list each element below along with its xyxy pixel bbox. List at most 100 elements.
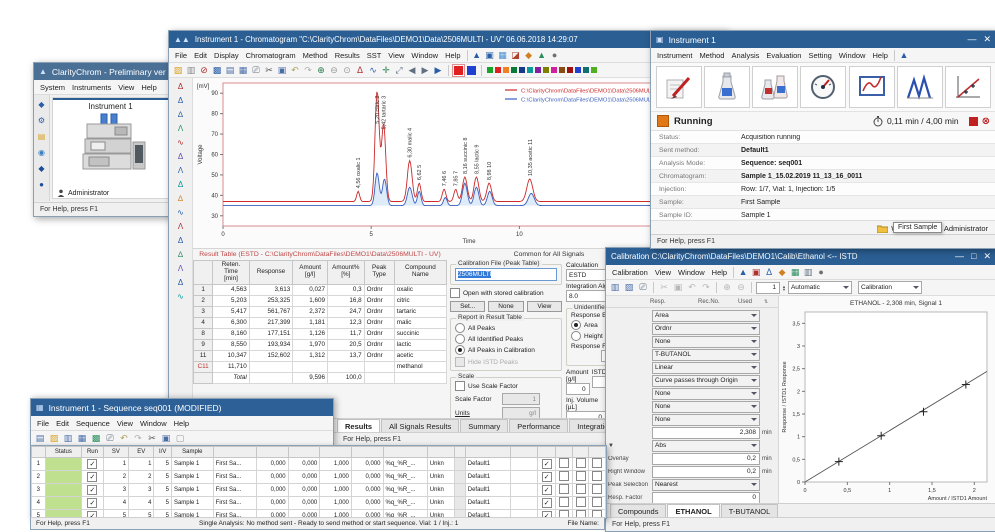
menu-item-window[interactable]: Window [836,51,869,60]
menu-item-instruments[interactable]: Instruments [69,83,114,92]
report-option-radio[interactable] [455,334,465,344]
flag-checkbox[interactable] [559,458,569,468]
run-checkbox[interactable]: ✓ [87,498,97,508]
next-icon[interactable]: ▶ [419,64,431,76]
calibration-button[interactable] [945,66,991,108]
menu-item-help[interactable]: Help [171,419,192,428]
method-setup-button[interactable] [704,66,750,108]
run-checkbox-cell[interactable]: ✓ [82,458,103,471]
flag-checkbox-cell[interactable] [589,458,606,471]
sequence-column-header[interactable] [288,447,320,458]
menu-item-evaluation[interactable]: Evaluation [763,51,804,60]
set-button[interactable]: Set... [450,301,485,312]
negative-icon[interactable]: ∿ [175,136,187,148]
flag-checkbox[interactable]: ✓ [542,485,552,495]
menu-item-analysis[interactable]: Analysis [728,51,762,60]
monitor-icon[interactable]: ◉ [36,146,48,158]
parameter-input[interactable]: 2,308 [652,427,760,439]
flag-checkbox[interactable] [576,497,586,507]
signal-color-swatch[interactable] [591,67,597,73]
abort-button[interactable]: ⊗ [982,116,990,127]
report-option-radio[interactable] [455,345,465,355]
result-table-row[interactable]: 46,300217,3991,18112,3Ordnrmalic [194,317,447,328]
save-icon[interactable]: ▥ [62,432,74,444]
flag-checkbox[interactable]: ✓ [542,472,552,482]
calib-chart-icon[interactable]: ▲ [737,266,749,278]
baseline-icon[interactable]: ∿ [367,64,379,76]
menu-item-view[interactable]: View [385,51,407,60]
parameter-select[interactable]: Curve passes through Origin [652,375,760,387]
sequence-column-header[interactable]: Status [45,447,82,458]
slope-icon[interactable]: Δ [175,276,187,288]
signal-color-swatch[interactable] [551,67,557,73]
both-icon[interactable]: Λ [175,220,187,232]
flag-checkbox-cell[interactable] [556,497,573,510]
flag-checkbox-cell[interactable] [572,497,589,510]
run-checkbox-cell[interactable]: ✓ [82,497,103,510]
report-icon[interactable]: ▤ [224,64,236,76]
flag-checkbox-cell[interactable] [589,497,606,510]
calibration-curve-panel[interactable]: ETHANOL - 2,308 min, Signal 100,511,522,… [779,296,995,506]
export-icon[interactable]: ◪ [510,49,522,61]
sequence-row[interactable]: 4✓445Sample 1First Sa...0,0000,0001,0000… [32,497,606,510]
result-column-header[interactable]: Reten. Time [min] [213,261,249,285]
scale-icon[interactable]: ⤢ [393,64,405,76]
menu-item-sst[interactable]: SST [364,51,385,60]
valley2-icon[interactable]: Λ [175,262,187,274]
instrument-icon[interactable]: ◆ [36,98,48,110]
result-column-header[interactable]: Peak Type [364,261,394,285]
result-table-row[interactable]: 35,417561,7672,37224,7Ordnrtartaric [194,306,447,317]
result-column-header[interactable]: Response [249,261,293,285]
sequence-column-header[interactable] [511,447,538,458]
files-icon[interactable]: ▤ [36,130,48,142]
instrument-title-bar[interactable]: ▣ Instrument 1 — ✕ [651,31,995,48]
sequence-column-header[interactable]: Sample [171,447,213,458]
sequence-row[interactable]: 1✓115Sample 1First Sa...0,0000,0001,0000… [32,458,606,471]
tab-compounds[interactable]: Compounds [610,504,666,518]
menu-item-file[interactable]: File [34,419,52,428]
preview-icon[interactable]: ▦ [237,64,249,76]
menu-item-calibration[interactable]: Calibration [609,268,651,277]
overlay-icon[interactable]: ▲ [471,49,483,61]
sequence-column-header[interactable] [572,447,589,458]
run-checkbox[interactable]: ✓ [87,485,97,495]
parameter-select[interactable]: Nearest [652,479,760,491]
menu-item-method[interactable]: Method [300,51,331,60]
sequence-column-header[interactable]: SV [103,447,128,458]
response-base-height-radio[interactable] [571,331,581,341]
undo-icon[interactable]: ↶ [289,64,301,76]
zoom-all-icon[interactable]: ⊙ [341,64,353,76]
flag-checkbox[interactable] [576,484,586,494]
flag-checkbox-cell[interactable]: ✓ [538,497,556,510]
clarity-icon[interactable]: ▲ [898,49,910,61]
sequence-column-header[interactable] [383,447,427,458]
chromatogram-plot-area[interactable]: 30405060708090051015Time[min][mV]Voltage… [193,78,726,248]
signal-color-swatch[interactable] [519,67,525,73]
zoom-out-icon[interactable]: ⊖ [328,64,340,76]
close-button[interactable]: ✕ [983,34,991,45]
data-acquisition-button[interactable] [849,66,895,108]
result-table-row[interactable]: 25,203253,3251,60916,8Ordnrcitric [194,295,447,306]
sequence-column-header[interactable] [556,447,573,458]
signal-color-swatch[interactable] [503,67,509,73]
menu-item-file[interactable]: File [172,51,190,60]
sequence-column-header[interactable] [538,447,556,458]
redo-icon[interactable]: ↷ [302,64,314,76]
open-icon[interactable]: ▨ [48,432,60,444]
print-icon[interactable]: ⎚ [104,432,116,444]
table-icon[interactable]: ▣ [484,49,496,61]
redo-icon[interactable]: ↷ [132,432,144,444]
flag-checkbox-cell[interactable]: ✓ [538,458,556,471]
parameter-select[interactable]: None [652,336,760,348]
parameter-input[interactable]: 0 [652,492,760,504]
claritychrom-title-bar[interactable]: ▲ ClarityChrom - Preliminary version [34,63,171,80]
menu-item-help[interactable]: Help [442,51,463,60]
lock-icon[interactable]: ∆ [175,248,187,260]
result-table-row[interactable]: 88,160177,1511,12611,7Ordnrsuccinic [194,328,447,339]
result-column-header[interactable]: Amount% [%] [327,261,364,285]
device-monitor-button[interactable] [800,66,846,108]
stop-button[interactable] [969,117,978,126]
chromatogram-button[interactable] [897,66,943,108]
signal-color-swatch[interactable] [511,67,517,73]
settings-icon[interactable]: ⚙ [36,114,48,126]
